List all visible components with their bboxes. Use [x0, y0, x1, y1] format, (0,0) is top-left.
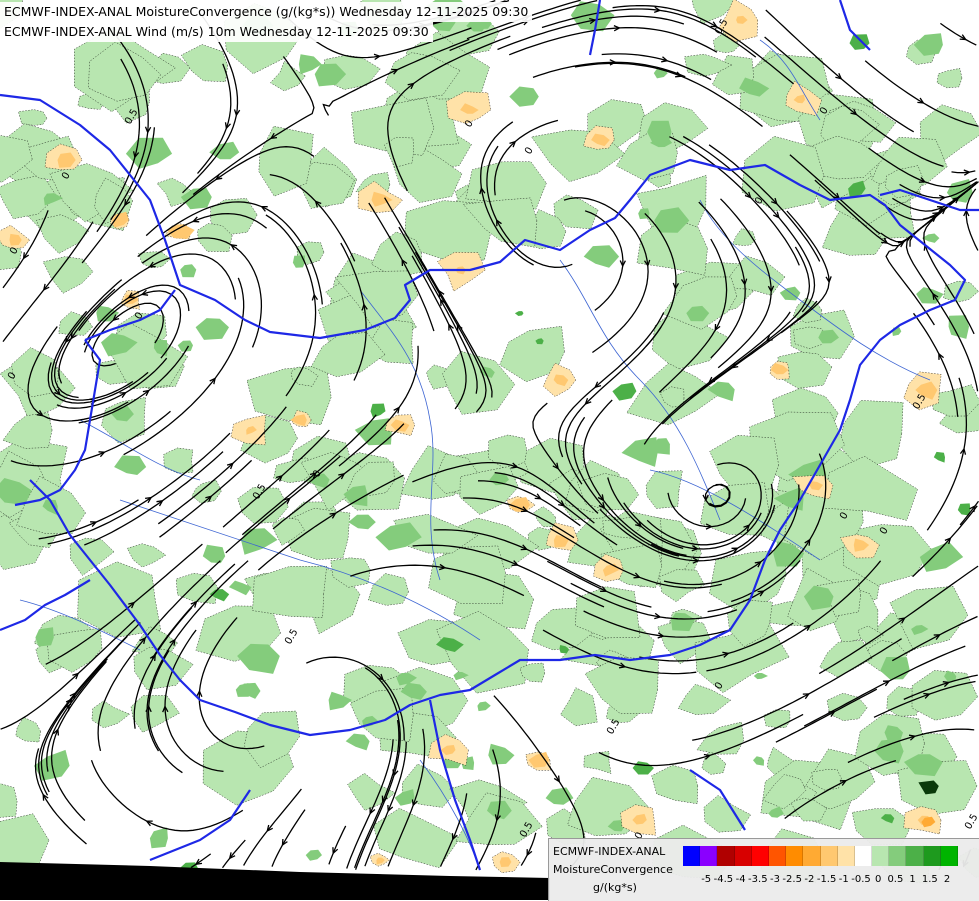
no-data-area: [0, 862, 550, 900]
legend-tick-label: -4: [735, 874, 746, 885]
convergence-area-strong: [545, 787, 574, 805]
convergence-area: [936, 68, 963, 89]
color-legend: ECMWF-INDEX-ANAL MoistureConvergence g/(…: [548, 838, 979, 901]
legend-tick-label: -1.5: [816, 874, 837, 885]
convergence-area: [645, 470, 683, 509]
streamline: [328, 825, 347, 865]
convergence-area-strong: [202, 544, 226, 564]
convergence-area: [943, 280, 979, 303]
legend-swatches: [683, 846, 958, 866]
legend-unit: g/(kg*s): [593, 881, 637, 894]
convergence-area-peak: [514, 311, 524, 316]
convergence-area: [130, 695, 180, 733]
convergence-area-strong: [149, 827, 168, 849]
legend-swatch: [803, 846, 821, 866]
convergence-area: [18, 109, 48, 126]
convergence-area: [428, 545, 506, 605]
weather-map: 0.50000.500000.50.5000.500.5 00.5000.5: [0, 0, 979, 900]
legend-swatch: [923, 846, 941, 866]
convergence-area: [583, 751, 612, 774]
convergence-area-peak: [370, 403, 386, 418]
legend-swatch: [768, 846, 787, 866]
contour-label: 0: [523, 145, 536, 156]
convergence-area: [2, 412, 53, 449]
streamline: [221, 839, 246, 869]
legend-tick-label: 0.5: [887, 874, 904, 885]
convergence-area: [175, 572, 218, 604]
legend-swatch: [854, 846, 873, 866]
legend-tick-label: -4.5: [713, 874, 734, 885]
convergence-area: [126, 543, 167, 568]
legend-swatch: [820, 846, 838, 866]
convergence-area-strong: [114, 455, 147, 475]
convergence-area-peak: [933, 451, 945, 463]
convergence-area: [91, 700, 131, 729]
convergence-area-strong: [35, 627, 54, 647]
convergence-area-strong: [180, 264, 197, 278]
convergence-area: [763, 709, 791, 729]
contour-label: 0.5: [283, 627, 300, 646]
convergence-area-strong: [753, 673, 768, 680]
map-title-wind: ECMWF-INDEX-ANAL Wind (m/s) 10m Wednesda…: [0, 22, 433, 42]
streamline: [190, 853, 212, 869]
legend-tick-label: -5: [701, 874, 712, 885]
legend-swatch: [786, 846, 804, 866]
convergence-area-peak: [632, 761, 654, 775]
convergence-area-strong: [345, 733, 370, 751]
convergence-area-strong: [195, 318, 229, 340]
convergence-area-strong: [477, 701, 491, 712]
legend-swatch: [751, 846, 769, 866]
convergence-area-strong: [583, 245, 620, 268]
streamline: [940, 22, 977, 46]
legend-tick-label: -0.5: [851, 874, 871, 885]
convergence-area: [0, 783, 18, 818]
convergence-area: [792, 297, 823, 323]
convergence-area-strong: [753, 756, 765, 766]
convergence-area: [367, 573, 409, 606]
map-title-moisture: ECMWF-INDEX-ANAL MoistureConvergence (g/…: [0, 2, 533, 22]
convergence-area-strong: [488, 743, 515, 765]
legend-ticks: -5 -4.5 -4 -3.5 -3 -2.5 -2 -1.5 -1 -0.5 0 0.5 1 1.5 2: [683, 874, 979, 888]
legend-tick-label: 0: [875, 874, 882, 885]
legend-swatch: [889, 846, 907, 866]
legend-swatch: [872, 846, 890, 866]
legend-swatch: [683, 846, 701, 866]
convergence-area: [42, 256, 94, 294]
legend-swatch: [837, 846, 855, 866]
legend-tick-label: -3.5: [748, 874, 768, 885]
legend-tick-label: -2.5: [782, 874, 802, 885]
legend-tick-label: 1: [909, 874, 916, 885]
convergence-area: [0, 813, 50, 871]
legend-tick-label: -2: [804, 874, 815, 885]
legend-swatch: [717, 846, 735, 866]
contour-label: 0.5: [963, 812, 979, 831]
legend-source: ECMWF-INDEX-ANAL: [553, 845, 666, 858]
streamline: [508, 26, 718, 56]
convergence-area-strong: [509, 86, 539, 107]
legend-swatch: [940, 846, 958, 866]
legend-tick-label: 2: [943, 874, 951, 885]
legend-swatch: [700, 846, 718, 866]
convergence-area-strong: [621, 437, 658, 467]
convergence-area-strong: [292, 255, 305, 268]
convergence-area: [560, 687, 598, 727]
convergence-area-peak: [612, 382, 637, 401]
convergence-area: [246, 364, 332, 426]
streamline: [951, 170, 976, 174]
legend-swatch: [734, 846, 752, 866]
convergence-area-strong: [638, 208, 650, 220]
legend-variable: MoistureConvergence: [553, 863, 673, 876]
legend-tick-label: -1: [838, 874, 849, 885]
legend-tick-label: -3: [770, 874, 780, 885]
convergence-area-strong: [305, 849, 322, 861]
legend-swatch: [906, 846, 924, 866]
convergence-area-strong: [348, 514, 376, 530]
convergence-area: [181, 44, 228, 82]
legend-tick-label: 1.5: [921, 874, 938, 885]
